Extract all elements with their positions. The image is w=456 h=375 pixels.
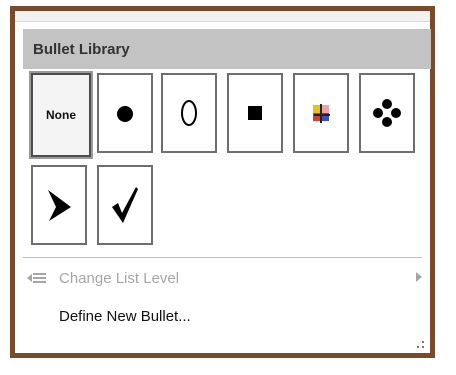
filled-circle-icon bbox=[117, 106, 133, 122]
bullets-dropdown-panel: Bullet Library None Change List Level De… bbox=[10, 6, 435, 358]
arrowhead-icon bbox=[48, 190, 71, 221]
change-list-level-label: Change List Level bbox=[59, 269, 180, 287]
bullet-filled-circle-tile[interactable] bbox=[97, 73, 153, 153]
define-new-bullet-item[interactable]: Define New Bullet... bbox=[15, 301, 430, 331]
filled-square-icon bbox=[248, 106, 262, 120]
diamond-dots-icon bbox=[373, 99, 401, 127]
menu-separator bbox=[23, 257, 422, 258]
bullet-arrowhead-tile[interactable] bbox=[31, 165, 87, 245]
change-list-level-icon bbox=[15, 271, 59, 285]
bullet-four-color-square-tile[interactable] bbox=[293, 73, 349, 153]
bullet-none-label: None bbox=[46, 108, 76, 122]
bullet-filled-square-tile[interactable] bbox=[227, 73, 283, 153]
bullet-diamond-dots-tile[interactable] bbox=[359, 73, 415, 153]
bullet-library-title: Bullet Library bbox=[33, 40, 130, 58]
bullet-library-header: Bullet Library bbox=[23, 29, 431, 69]
change-list-level-item[interactable]: Change List Level bbox=[15, 263, 430, 293]
bullet-checkmark-tile[interactable] bbox=[97, 165, 153, 245]
hollow-circle-icon bbox=[181, 100, 197, 126]
resize-grip-icon[interactable] bbox=[417, 341, 425, 349]
define-new-bullet-label: Define New Bullet... bbox=[59, 307, 191, 325]
checkmark-icon bbox=[112, 187, 138, 223]
bullet-hollow-circle-tile[interactable] bbox=[161, 73, 217, 153]
ribbon-edge bbox=[15, 11, 430, 22]
four-color-square-icon bbox=[313, 104, 330, 123]
submenu-arrow-icon bbox=[416, 272, 422, 282]
bullet-none-tile[interactable]: None bbox=[31, 73, 91, 157]
